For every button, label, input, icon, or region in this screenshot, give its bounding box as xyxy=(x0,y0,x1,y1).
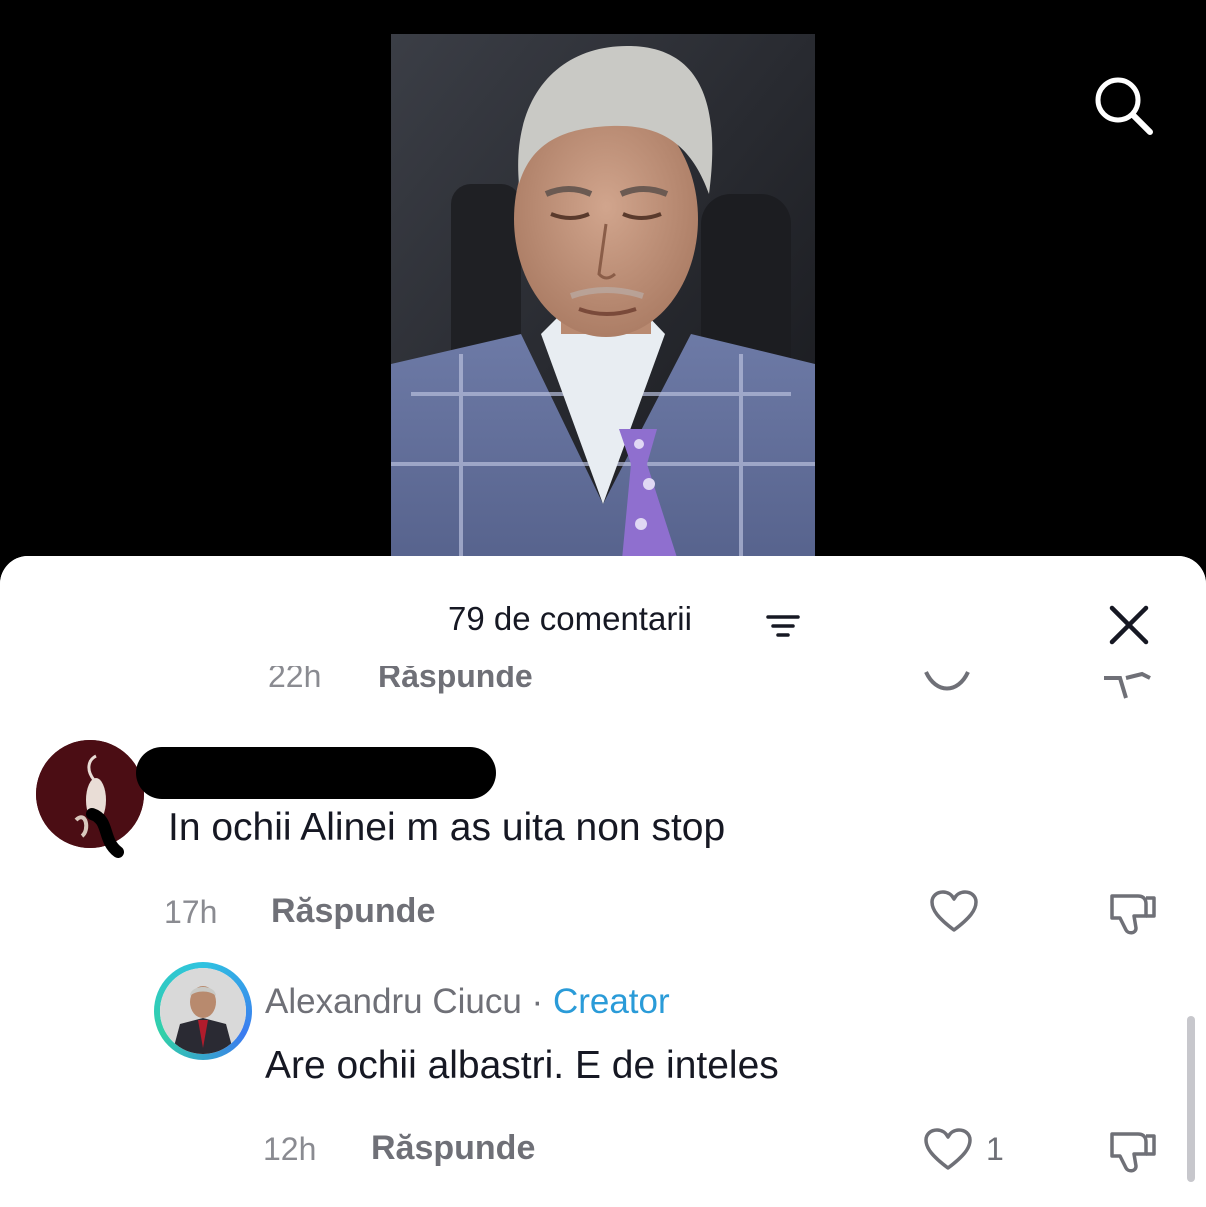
redacted-username xyxy=(136,747,496,799)
avatar xyxy=(160,968,246,1054)
creator-badge: Creator xyxy=(552,982,670,1021)
video-thumbnail xyxy=(391,34,815,570)
comments-count-title: 79 de comentarii xyxy=(448,600,692,637)
scrollbar[interactable] xyxy=(1187,1016,1195,1182)
reply-text: Are ochii albastri. E de inteles xyxy=(265,1044,779,1087)
comments-sheet: 22h Răspunde 79 de comentarii xyxy=(0,556,1206,1207)
close-icon[interactable] xyxy=(1104,600,1154,650)
redaction-mark xyxy=(86,808,124,858)
thumbs-down-icon[interactable] xyxy=(1098,668,1158,702)
creator-avatar[interactable] xyxy=(154,962,252,1060)
heart-icon[interactable] xyxy=(922,1126,974,1174)
video-area[interactable] xyxy=(0,0,1206,570)
search-button[interactable] xyxy=(1088,70,1158,140)
search-icon xyxy=(1095,77,1153,135)
sheet-header: 79 de comentarii xyxy=(0,556,1206,666)
reply-time: 12h xyxy=(263,1131,317,1167)
reply-author[interactable]: Alexandru Ciucu · Creator xyxy=(265,982,670,1022)
like-count: 1 xyxy=(986,1131,1004,1167)
comment-text: In ochii Alinei m as uita non stop xyxy=(168,806,726,849)
sort-icon[interactable] xyxy=(764,612,802,640)
thumbs-down-icon[interactable] xyxy=(1104,1126,1160,1176)
heart-icon[interactable] xyxy=(920,666,974,706)
separator: · xyxy=(531,982,544,1021)
thumbs-down-icon[interactable] xyxy=(1104,888,1160,938)
author-name[interactable]: Alexandru Ciucu xyxy=(265,982,522,1021)
reply-button[interactable]: Răspunde xyxy=(271,892,435,931)
heart-icon[interactable] xyxy=(928,888,980,936)
comment-time: 17h xyxy=(164,894,218,930)
avatar-image xyxy=(160,968,246,1054)
video-frame[interactable] xyxy=(391,34,815,570)
reply-button[interactable]: Răspunde xyxy=(371,1129,535,1168)
